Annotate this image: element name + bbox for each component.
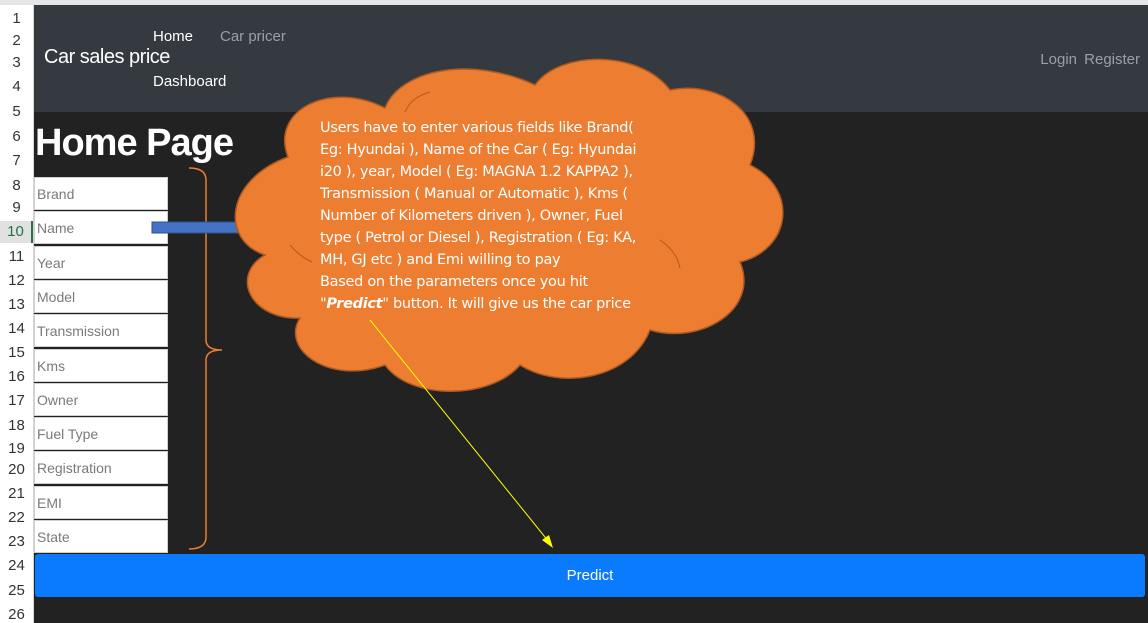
form-field-kms[interactable]: Kms (34, 348, 168, 382)
form-field-registration[interactable]: Registration (34, 451, 168, 485)
row-header[interactable]: 21 (0, 483, 33, 505)
callout-line: "Predict" button. It will give us the ca… (320, 296, 631, 312)
row-header[interactable]: 23 (0, 531, 33, 553)
row-header[interactable]: 4 (0, 76, 33, 98)
row-header[interactable]: 1 (0, 8, 33, 30)
row-header[interactable]: 12 (0, 270, 33, 292)
form-field-year[interactable]: Year (34, 245, 168, 279)
row-header[interactable]: 14 (0, 318, 33, 340)
row-header[interactable]: 9 (0, 197, 33, 219)
row-header[interactable]: 11 (0, 246, 33, 268)
row-header[interactable]: 16 (0, 366, 33, 388)
callout-line: MH, GJ etc ) and Emi willing to pay (320, 252, 561, 268)
row-header[interactable]: 20 (0, 459, 33, 481)
navbar-brand[interactable]: Car sales price (44, 46, 170, 69)
row-header[interactable]: 17 (0, 390, 33, 412)
row-header[interactable]: 22 (0, 507, 33, 529)
callout-line: Transmission ( Manual or Automatic ), Km… (320, 186, 628, 202)
row-header[interactable]: 7 (0, 150, 33, 172)
row-header[interactable]: 10 (0, 221, 33, 243)
form-field-transmission[interactable]: Transmission (34, 314, 168, 348)
row-header[interactable]: 15 (0, 342, 33, 364)
form-field-state[interactable]: State (34, 520, 168, 553)
callout-line: Number of Kilometers driven ), Owner, Fu… (320, 208, 623, 224)
screenshot-root: 1 2 3 4 5 6 7 8 9 10 11 12 13 14 15 16 17 18 19 20 21 22 23 24 2… (0, 0, 1148, 623)
nav-link-home[interactable]: Home (153, 28, 193, 45)
row-header[interactable]: 24 (0, 555, 33, 577)
row-header[interactable]: 18 (0, 415, 33, 437)
row-header[interactable]: 19 (0, 438, 33, 460)
callout-line: type ( Petrol or Diesel ), Registration … (320, 230, 637, 246)
callout-line: Users have to enter various fields like … (320, 120, 634, 136)
callout-line: i20 ), year, Model ( Eg: MAGNA 1.2 KAPPA… (320, 164, 633, 180)
form-field-emi[interactable]: EMI (34, 485, 168, 519)
row-header[interactable]: 5 (0, 101, 33, 123)
form-field-owner[interactable]: Owner (34, 382, 168, 416)
row-header[interactable]: 6 (0, 126, 33, 148)
navbar: Car sales price Home Car pricer Dashboar… (34, 5, 1148, 112)
row-header[interactable]: 8 (0, 175, 33, 197)
page-title: Home Page (35, 122, 234, 164)
callout-line: Eg: Hyundai ), Name of the Car ( Eg: Hyu… (320, 142, 637, 158)
row-header[interactable]: 3 (0, 52, 33, 74)
nav-link-login[interactable]: Login (1040, 51, 1077, 68)
row-header[interactable]: 2 (0, 30, 33, 52)
nav-link-register[interactable]: Register (1084, 51, 1140, 68)
nav-link-dashboard[interactable]: Dashboard (153, 73, 226, 90)
predict-button[interactable]: Predict (35, 554, 1145, 597)
nav-link-car-pricer[interactable]: Car pricer (220, 28, 286, 45)
callout-emphasis: Predict (326, 296, 383, 312)
callout-text: Users have to enter various fields like … (320, 117, 665, 315)
form-field-fuel-type[interactable]: Fuel Type (34, 417, 168, 451)
form-field-brand[interactable]: Brand (34, 177, 168, 210)
row-header[interactable]: 13 (0, 294, 33, 316)
form-field-model[interactable]: Model (34, 279, 168, 313)
row-header[interactable]: 25 (0, 580, 33, 602)
callout-line: Based on the parameters once you hit (320, 274, 588, 290)
row-header-gutter: 1 2 3 4 5 6 7 8 9 10 11 12 13 14 15 16 17 18 19 20 21 22 23 24 2… (0, 5, 34, 623)
form-field-name[interactable]: Name (34, 211, 168, 245)
row-header[interactable]: 26 (0, 604, 33, 623)
